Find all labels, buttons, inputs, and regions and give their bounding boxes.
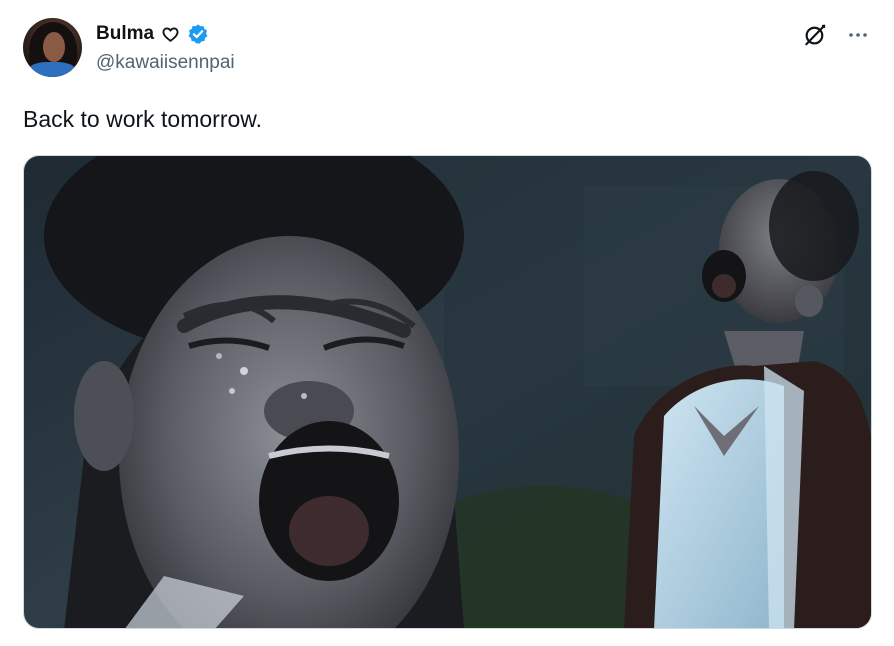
author-handle[interactable]: @kawaiisennpai <box>96 52 235 74</box>
grok-icon[interactable] <box>802 22 828 48</box>
tweet-text: Back to work tomorrow. <box>23 106 263 132</box>
avatar-face <box>43 32 65 62</box>
author-name-row: Bulma <box>96 22 209 46</box>
avatar-shirt <box>27 62 77 77</box>
tweet-top-actions <box>802 22 870 48</box>
avatar[interactable] <box>23 18 82 77</box>
author-display-name[interactable]: Bulma <box>96 23 154 45</box>
verified-badge-icon[interactable] <box>187 23 209 45</box>
heart-outline-icon <box>162 26 179 43</box>
tweet-media-image[interactable] <box>23 155 872 629</box>
more-horizontal-icon[interactable] <box>846 23 870 47</box>
media-illustration <box>24 156 871 628</box>
